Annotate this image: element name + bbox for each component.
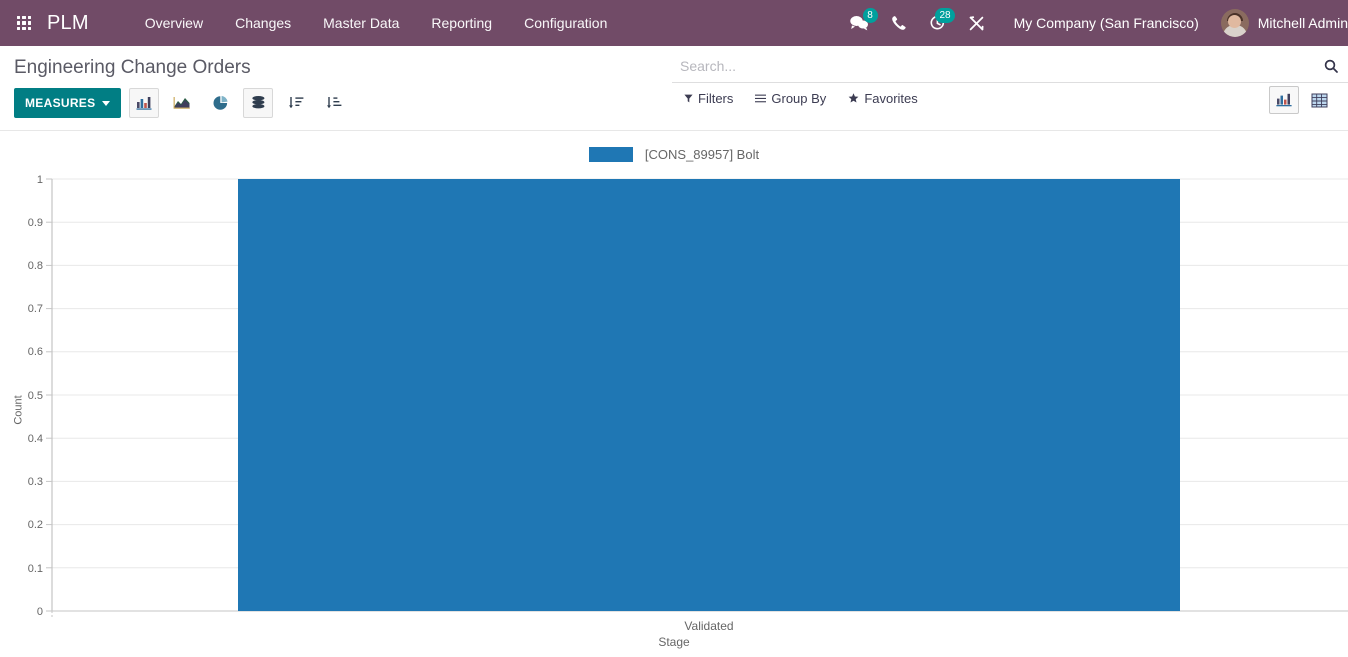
y-axis-tick-labels: 1 0.9 0.8 0.7 0.6 0.5 0.4 0.3 0.2 0.1 0 xyxy=(28,174,43,618)
activities-badge: 28 xyxy=(935,8,954,23)
search-input[interactable] xyxy=(680,58,1318,74)
wrench-tools-icon[interactable] xyxy=(957,0,996,46)
y-tick-label: 0.8 xyxy=(28,260,43,272)
x-tick-label: Validated xyxy=(684,619,733,633)
y-axis-ticks xyxy=(46,179,52,611)
top-navbar: PLM Overview Changes Master Data Reporti… xyxy=(0,0,1348,46)
filters-dropdown[interactable]: Filters xyxy=(684,91,733,106)
view-switcher xyxy=(1269,86,1334,114)
page-title: Engineering Change Orders xyxy=(14,46,349,79)
apps-grid-icon[interactable] xyxy=(17,16,31,30)
main-menu: Overview Changes Master Data Reporting C… xyxy=(129,2,624,44)
filter-row: Filters Group By Favor xyxy=(672,83,1348,106)
group-by-label: Group By xyxy=(771,91,826,106)
chevron-down-icon xyxy=(102,101,110,106)
control-panel-left: Engineering Change Orders MEASURES xyxy=(14,46,349,118)
chart-legend: [CONS_89957] Bolt xyxy=(0,131,1348,165)
y-tick-label: 0.7 xyxy=(28,303,43,315)
funnel-icon xyxy=(684,91,693,106)
y-tick-label: 0.4 xyxy=(28,433,43,445)
y-tick-label: 0 xyxy=(37,606,43,618)
control-panel-right: Filters Group By Favor xyxy=(672,46,1348,106)
line-chart-icon[interactable] xyxy=(167,88,197,118)
messages-icon[interactable]: 8 xyxy=(838,0,880,46)
measures-button[interactable]: MEASURES xyxy=(14,88,121,118)
menu-item-master-data[interactable]: Master Data xyxy=(307,2,415,44)
y-tick-label: 0.6 xyxy=(28,346,43,358)
y-tick-label: 0.1 xyxy=(28,563,43,575)
pie-chart-icon[interactable] xyxy=(205,88,235,118)
sort-descending-icon[interactable] xyxy=(281,88,311,118)
group-by-dropdown[interactable]: Group By xyxy=(755,91,826,106)
legend-swatch[interactable] xyxy=(589,147,633,162)
graph-view: [CONS_89957] Bolt xyxy=(0,131,1348,655)
menu-item-changes[interactable]: Changes xyxy=(219,2,307,44)
company-selector[interactable]: My Company (San Francisco) xyxy=(996,15,1213,31)
star-icon xyxy=(848,91,859,106)
x-axis-title: Stage xyxy=(0,635,1348,649)
graph-view-button[interactable] xyxy=(1269,86,1299,114)
bar-chart-icon[interactable] xyxy=(129,88,159,118)
legend-label: [CONS_89957] Bolt xyxy=(645,147,759,162)
phone-icon[interactable] xyxy=(880,0,918,46)
navbar-right-tools: 8 28 My Company (San Francisco) xyxy=(838,0,1348,46)
graph-toolbar: MEASURES xyxy=(14,88,349,118)
y-tick-label: 0.5 xyxy=(28,390,43,402)
bar-chart-svg: 1 0.9 0.8 0.7 0.6 0.5 0.4 0.3 0.2 0.1 0 … xyxy=(0,165,1348,655)
user-menu[interactable]: Mitchell Admin xyxy=(1213,9,1348,37)
favorites-dropdown[interactable]: Favorites xyxy=(848,91,917,106)
pivot-view-button[interactable] xyxy=(1304,86,1334,114)
search-icon[interactable] xyxy=(1324,59,1338,73)
brand-plm[interactable]: PLM xyxy=(47,12,89,35)
messages-badge: 8 xyxy=(863,8,878,23)
activity-clock-icon[interactable]: 28 xyxy=(918,0,957,46)
menu-item-reporting[interactable]: Reporting xyxy=(415,2,508,44)
y-tick-label: 0.9 xyxy=(28,217,43,229)
control-panel: Engineering Change Orders MEASURES xyxy=(0,46,1348,131)
search-bar[interactable] xyxy=(672,46,1348,83)
menu-item-configuration[interactable]: Configuration xyxy=(508,2,623,44)
y-tick-label: 1 xyxy=(37,174,43,186)
favorites-label: Favorites xyxy=(864,91,917,106)
y-tick-label: 0.3 xyxy=(28,476,43,488)
menu-item-overview[interactable]: Overview xyxy=(129,2,219,44)
chart-plot-area: 1 0.9 0.8 0.7 0.6 0.5 0.4 0.3 0.2 0.1 0 … xyxy=(0,165,1348,655)
stacked-icon[interactable] xyxy=(243,88,273,118)
avatar xyxy=(1221,9,1249,37)
y-tick-label: 0.2 xyxy=(28,519,43,531)
y-axis-title: Count xyxy=(13,395,25,424)
measures-button-label: MEASURES xyxy=(25,96,95,110)
user-name: Mitchell Admin xyxy=(1258,15,1348,31)
hamburger-icon xyxy=(755,91,766,106)
filters-label: Filters xyxy=(698,91,733,106)
bar-validated[interactable] xyxy=(238,179,1180,611)
sort-ascending-icon[interactable] xyxy=(319,88,349,118)
